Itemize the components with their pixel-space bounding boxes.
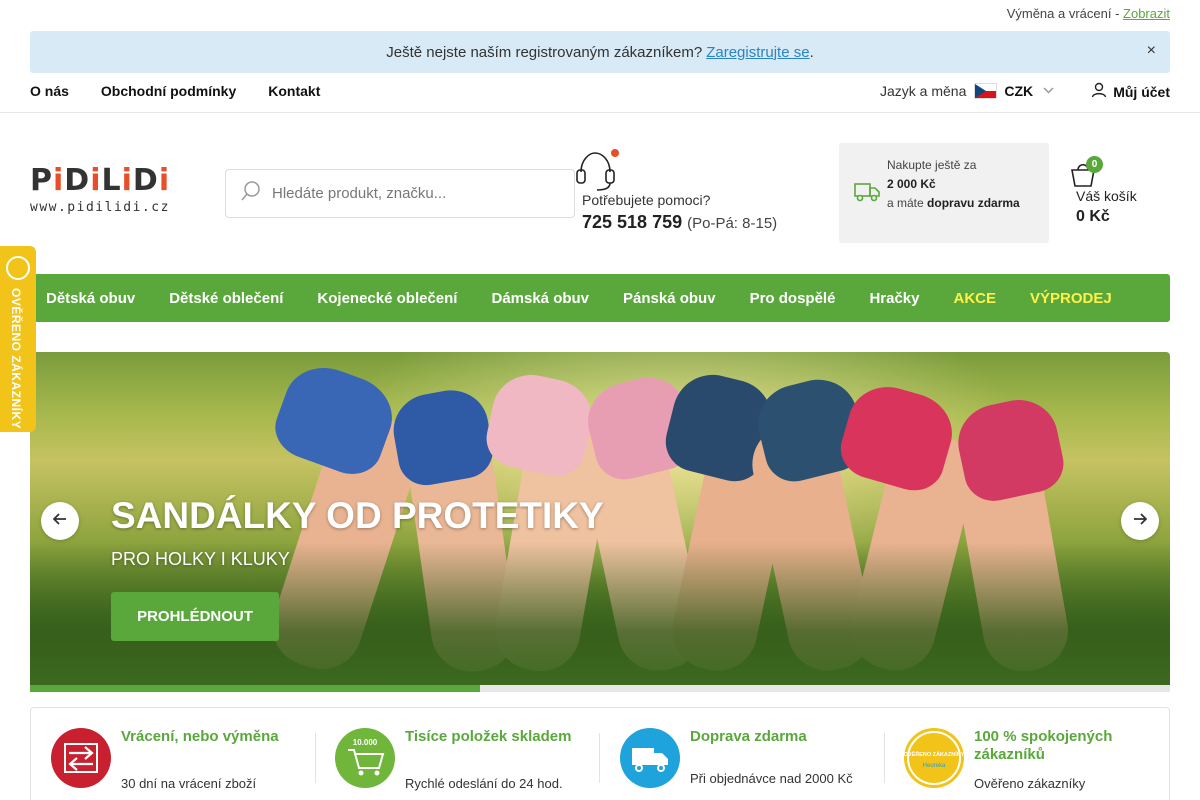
shipping-text: Nakupte ještě za 2 000 Kč a máte dopravu… <box>887 156 1020 213</box>
register-link[interactable]: Zaregistrujte se <box>706 44 809 61</box>
nav-kids-shoes[interactable]: Dětská obuv <box>46 290 135 307</box>
usp-icon-brand: Heureka <box>923 763 946 769</box>
arrow-right-icon <box>1133 512 1148 530</box>
hero-subtitle: PRO HOLKY I KLUKY <box>111 549 290 569</box>
usp-divider <box>884 733 885 783</box>
usp-desc: Rychlé odeslání do 24 hod. <box>405 776 563 791</box>
nav-kids-clothing[interactable]: Dětské oblečení <box>169 290 283 307</box>
nav-about[interactable]: O nás <box>30 83 69 99</box>
truck-icon <box>854 181 880 208</box>
user-icon <box>1091 82 1107 101</box>
site-logo[interactable]: PiDiLiDi www.pidilidi.cz <box>30 166 195 218</box>
arrow-left-icon <box>52 512 67 530</box>
return-info-link[interactable]: Zobrazit <box>1123 6 1170 21</box>
chevron-down-icon <box>1043 85 1054 97</box>
free-shipping-box: Nakupte ještě za 2 000 Kč a máte dopravu… <box>839 143 1049 243</box>
language-label: Jazyk a měna <box>880 83 967 99</box>
currency-value: CZK <box>1004 83 1034 99</box>
seal-icon <box>6 256 30 280</box>
usp-item: 10.000 Tisíce položek skladem Rychlé ode… <box>335 728 595 790</box>
notice-period: . <box>809 43 814 61</box>
nav-contact[interactable]: Kontakt <box>268 83 320 99</box>
heureka-seal-icon: OVĚŘENO ZÁKAZNÍKY Heureka <box>904 728 965 788</box>
help-phone[interactable]: 725 518 759 (Po-Pá: 8-15) <box>582 212 777 233</box>
return-arrows-icon <box>51 728 111 788</box>
usp-title: Tisíce položek skladem <box>405 728 572 745</box>
search-box <box>225 169 575 218</box>
logo-wordmark: PiDiLiDi <box>30 163 171 198</box>
nav-women-shoes[interactable]: Dámská obuv <box>491 290 589 307</box>
usp-item: OVĚŘENO ZÁKAZNÍKY Heureka 100 % spokojený… <box>904 728 1154 790</box>
main-nav: Dětská obuv Dětské oblečení Kojenecké ob… <box>30 274 1170 322</box>
help-contact: Potřebujete pomoci? 725 518 759 (Po-Pá: … <box>575 148 795 238</box>
slider-progress <box>30 685 1170 692</box>
search-icon[interactable] <box>240 180 262 207</box>
cart-count-badge: 0 <box>1086 156 1103 173</box>
language-currency-selector[interactable]: Jazyk a měna CZK <box>880 83 1054 99</box>
nav-adults[interactable]: Pro dospělé <box>750 290 836 307</box>
cart-label: Váš košík <box>1076 188 1137 204</box>
cart-price: 0 Kč <box>1076 208 1110 225</box>
usp-desc: Při objednávce nad 2000 Kč <box>690 771 853 786</box>
verified-customers-badge[interactable]: OVĚŘENO ZÁKAZNÍKY <box>0 246 36 432</box>
nav-toys[interactable]: Hračky <box>869 290 919 307</box>
hero-slider: SANDÁLKY OD PROTETIKY PRO HOLKY I KLUKY … <box>30 352 1170 692</box>
shipping-line1: Nakupte ještě za <box>887 158 977 172</box>
nav-clearance[interactable]: VÝPRODEJ <box>1030 290 1112 307</box>
usp-title: Doprava zdarma <box>690 728 807 745</box>
usp-desc: Ověřeno zákazníky <box>974 776 1086 791</box>
czech-flag-icon <box>974 83 998 99</box>
registration-notice: Ještě nejste naším registrovaným zákazní… <box>30 31 1170 73</box>
hero-cta-button[interactable]: PROHLÉDNOUT <box>111 592 279 641</box>
usp-divider <box>599 733 600 783</box>
usp-icon-badge: OVĚŘENO ZÁKAZNÍKY <box>904 750 964 758</box>
usp-item: Vrácení, nebo výměna 30 dní na vrácení z… <box>51 728 301 790</box>
shipping-free: dopravu zdarma <box>927 196 1020 210</box>
cart-10000-icon: 10.000 <box>335 728 395 788</box>
nav-baby-clothing[interactable]: Kojenecké oblečení <box>317 290 457 307</box>
notice-text: Ještě nejste naším registrovaným zákazní… <box>386 43 703 61</box>
nav-terms[interactable]: Obchodní podmínky <box>101 83 236 99</box>
account-label: Můj účet <box>1113 83 1170 100</box>
slider-progress-fill <box>30 685 481 692</box>
usp-divider <box>315 733 316 783</box>
help-question: Potřebujete pomoci? <box>582 192 711 208</box>
return-info-text: Výměna a vrácení - <box>1006 6 1120 21</box>
slider-prev-button[interactable] <box>41 502 79 540</box>
usp-title: 100 % spokojených zákazníků <box>974 728 1113 763</box>
shipping-line2: a máte <box>887 196 924 210</box>
usp-item: Doprava zdarma Při objednávce nad 2000 K… <box>620 728 870 790</box>
usp-bar: Vrácení, nebo výměna 30 dní na vrácení z… <box>30 707 1170 800</box>
return-info: Výměna a vrácení - Zobrazit <box>1007 6 1170 21</box>
account-button[interactable]: Můj účet <box>1091 82 1170 101</box>
nav-men-shoes[interactable]: Pánská obuv <box>623 290 716 307</box>
hero-title: SANDÁLKY OD PROTETIKY <box>111 495 604 536</box>
close-icon[interactable]: × <box>1147 42 1156 60</box>
shipping-amount: 2 000 Kč <box>887 177 936 191</box>
cart-button[interactable]: 0 Váš košík 0 Kč <box>1068 155 1178 235</box>
usp-icon-badge: 10.000 <box>353 738 378 747</box>
usp-desc: 30 dní na vrácení zboží <box>121 776 257 791</box>
utility-bar: O nás Obchodní podmínky Kontakt Jazyk a … <box>0 73 1200 113</box>
logo-url: www.pidilidi.cz <box>30 200 170 215</box>
truck-icon <box>620 728 680 788</box>
utility-nav: O nás Obchodní podmínky Kontakt <box>30 83 320 99</box>
search-input[interactable] <box>272 185 552 202</box>
usp-title: Vrácení, nebo výměna <box>121 728 279 745</box>
verified-badge-text: OVĚŘENO ZÁKAZNÍKY <box>9 288 23 430</box>
nav-sale[interactable]: AKCE <box>953 290 996 307</box>
slider-next-button[interactable] <box>1121 502 1159 540</box>
help-hours: (Po-Pá: 8-15) <box>687 215 778 232</box>
